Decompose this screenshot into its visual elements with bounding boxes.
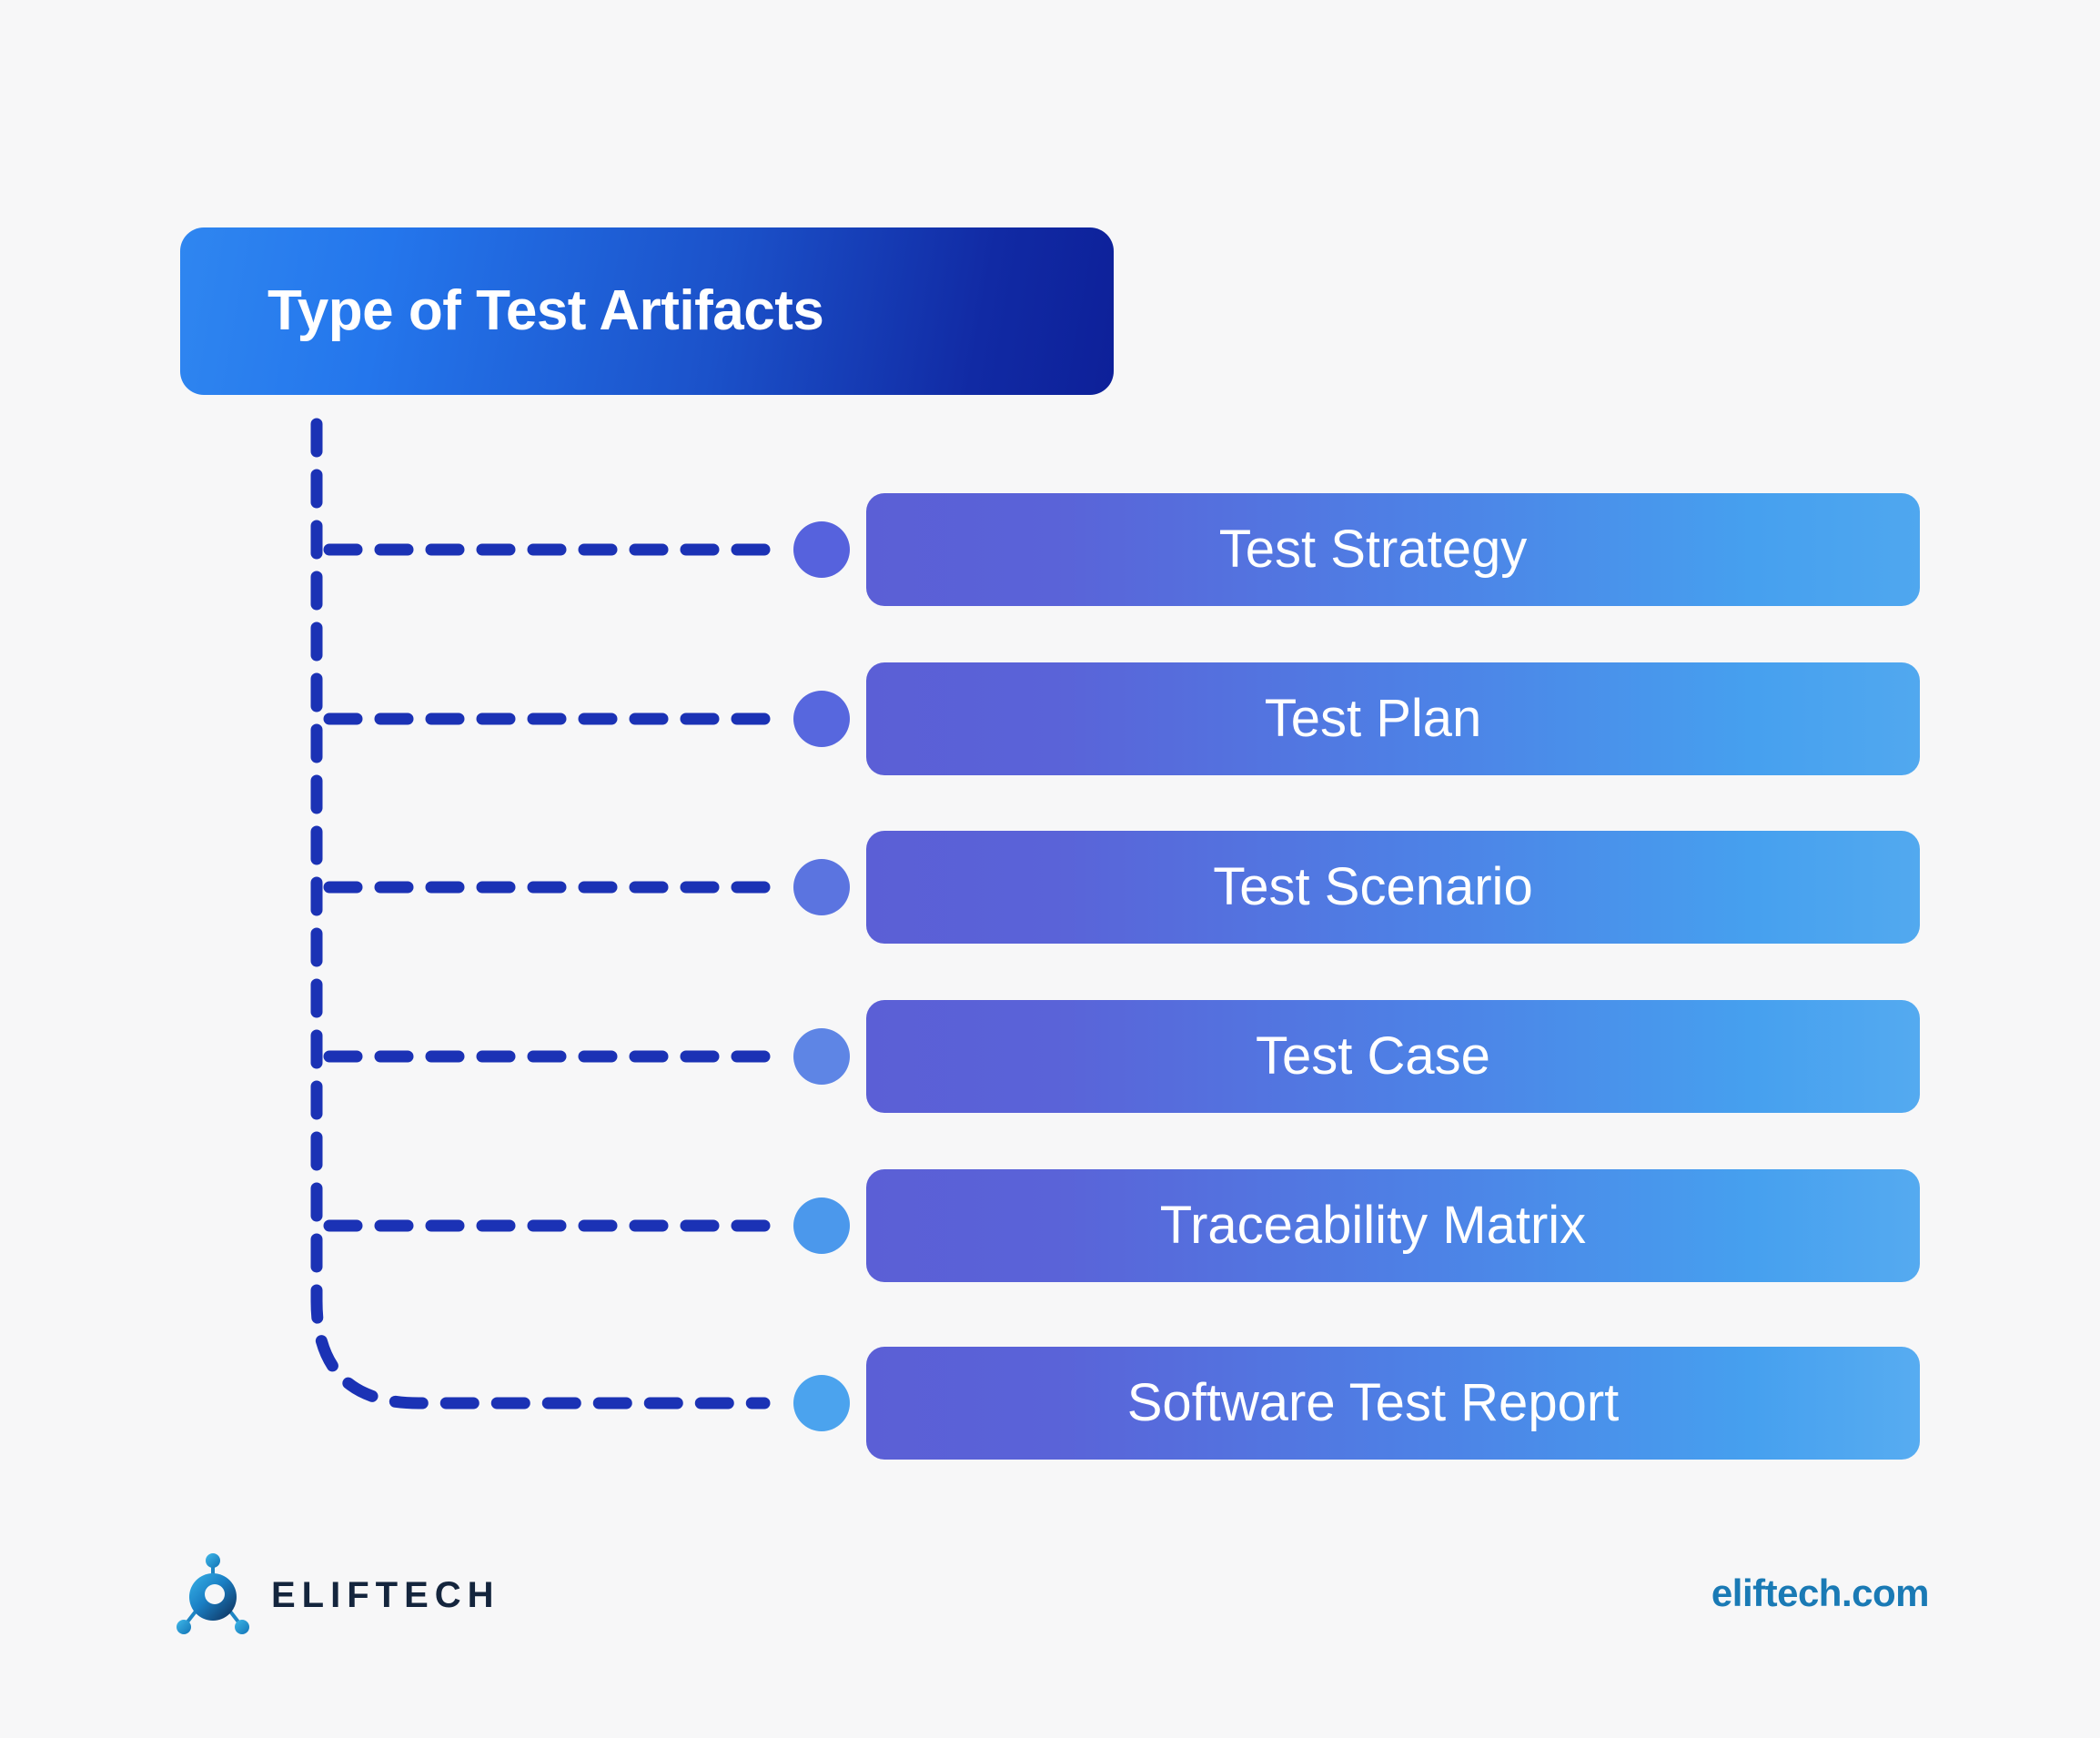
page-title-card: Type of Test Artifacts: [180, 227, 1114, 395]
artifact-bar[interactable]: Test Scenario: [866, 831, 1920, 944]
bullet-dot-icon: [793, 1028, 850, 1085]
eliftech-molecule-logo-icon: [177, 1553, 249, 1634]
artifact-row: Software Test Report: [0, 1347, 2100, 1460]
artifact-row: Test Plan: [0, 662, 2100, 775]
artifact-label: Test Plan: [1264, 689, 1482, 748]
artifact-bar[interactable]: Software Test Report: [866, 1347, 1920, 1460]
artifact-label: Software Test Report: [1126, 1373, 1620, 1432]
artifact-label: Traceability Matrix: [1159, 1196, 1587, 1255]
bullet-dot-icon: [793, 859, 850, 915]
page-title: Type of Test Artifacts: [268, 279, 824, 342]
footer-brand: ELIFTECH: [175, 1545, 500, 1645]
artifact-label: Test Strategy: [1218, 520, 1528, 579]
artifact-bar[interactable]: Traceability Matrix: [866, 1169, 1920, 1282]
bullet-dot-icon: [793, 1197, 850, 1254]
artifact-row: Test Case: [0, 1000, 2100, 1113]
bullet-dot-icon: [793, 1375, 850, 1431]
infographic-canvas: Type of Test Artifacts Test Strategy Tes…: [0, 0, 2100, 1738]
website-link[interactable]: eliftech.com: [1711, 1574, 1930, 1612]
bullet-dot-icon: [793, 521, 850, 578]
brand-wordmark: ELIFTECH: [271, 1575, 500, 1615]
artifact-label: Test Scenario: [1213, 857, 1533, 916]
artifact-bar[interactable]: Test Plan: [866, 662, 1920, 775]
artifact-bar[interactable]: Test Strategy: [866, 493, 1920, 606]
bullet-dot-icon: [793, 691, 850, 747]
artifact-bar[interactable]: Test Case: [866, 1000, 1920, 1113]
artifact-row: Test Strategy: [0, 493, 2100, 606]
artifact-row: Test Scenario: [0, 831, 2100, 944]
artifact-row: Traceability Matrix: [0, 1169, 2100, 1282]
artifact-label: Test Case: [1256, 1026, 1490, 1086]
